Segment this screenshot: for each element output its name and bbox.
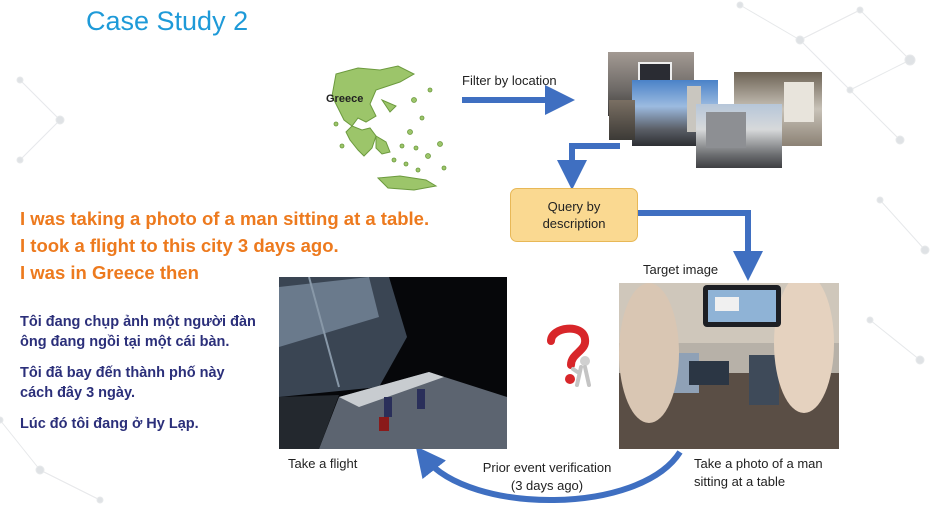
query-by-description-box: Query by description bbox=[510, 188, 638, 242]
flight-photo-art bbox=[279, 277, 507, 449]
question-mark-figure-icon bbox=[547, 324, 591, 387]
vietnamese-paragraph: Tôi đã bay đến thành phố này cách đây 3 … bbox=[20, 365, 225, 401]
target-photo-art bbox=[619, 283, 839, 449]
english-description: I was taking a photo of a man sitting at… bbox=[20, 205, 429, 286]
vietnamese-paragraph: Lúc đó tôi đang ở Hy Lạp. bbox=[20, 416, 199, 432]
english-line: I was taking a photo of a man sitting at… bbox=[20, 208, 430, 229]
target-image-label: Target image bbox=[643, 262, 719, 277]
flight-caption: Take a flight bbox=[288, 456, 358, 471]
target-photo bbox=[619, 283, 839, 449]
vietnamese-description: Tôi đang chụp ảnh một người đàn ông đang… bbox=[20, 312, 260, 445]
flight-photo bbox=[279, 277, 507, 449]
prior-event-caption: Prior event verification (3 days ago) bbox=[482, 460, 612, 493]
target-caption: Take a photo of a man sitting at a table bbox=[694, 456, 823, 489]
vietnamese-paragraph: Tôi đang chụp ảnh một người đàn ông đang… bbox=[20, 314, 256, 350]
english-line: I took a flight to this city 3 days ago. bbox=[20, 235, 339, 256]
query-label: Query by description bbox=[542, 199, 606, 231]
